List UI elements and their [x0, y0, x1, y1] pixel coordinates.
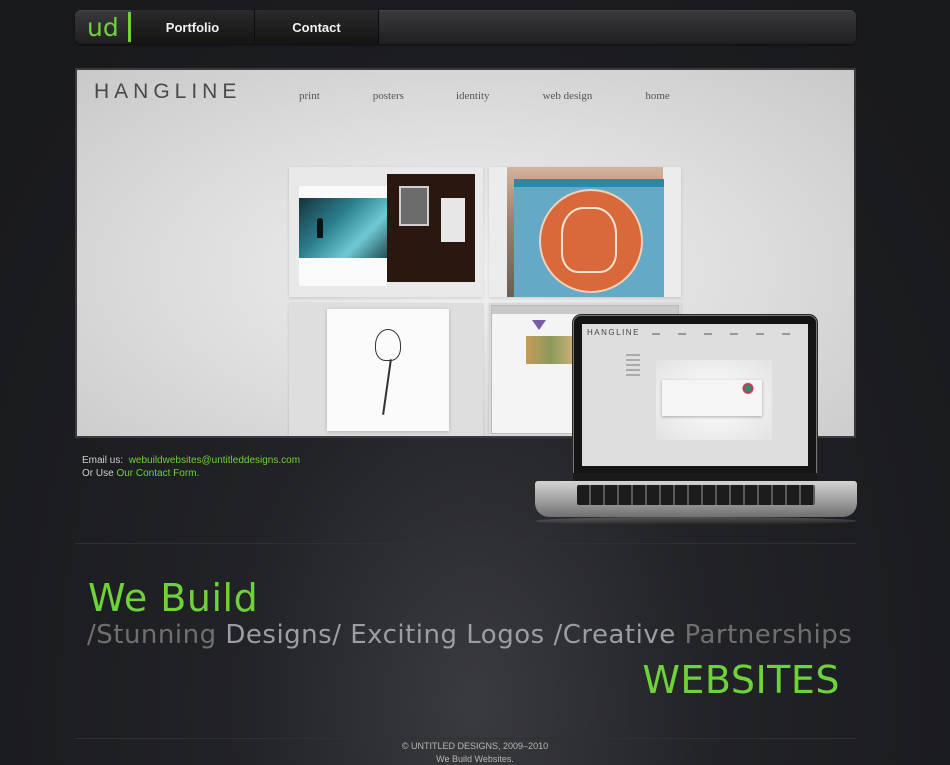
tagline-phrases: /Stunning Designs/ Exciting Logos /Creat…	[87, 620, 852, 650]
site-logo-text: ud	[87, 12, 119, 42]
laptop-screen: HANGLINE	[573, 315, 817, 475]
footer: © UNTITLED DESIGNS, 2009–2010 We Build W…	[0, 740, 950, 765]
showcase-site-nav: print posters identity web design home	[299, 90, 670, 102]
divider-bottom	[75, 738, 856, 739]
laptop-keyboard	[535, 481, 857, 517]
phrase-partnerships: Partnerships	[684, 620, 853, 650]
laptop-image: HANGLINE	[535, 313, 857, 525]
tagline-websites: WEBSITES	[642, 658, 840, 702]
poster-image	[514, 179, 664, 297]
portfolio-tile-illustration	[289, 303, 483, 436]
portfolio-tile-book	[289, 167, 483, 297]
showcase-nav-identity: identity	[455, 90, 490, 102]
showcase-site-title: HANGLINE	[94, 80, 242, 103]
top-nav: ud Portfolio Contact	[75, 10, 856, 44]
showcase-nav-print: print	[299, 90, 320, 102]
nav-item-portfolio[interactable]: Portfolio	[131, 10, 255, 44]
illustration-image	[327, 309, 449, 431]
contact-form-link[interactable]: Our Contact Form.	[116, 468, 199, 479]
showcase-nav-web-design: web design	[542, 90, 593, 102]
phrase-creative: /Creative	[553, 620, 676, 650]
email-link[interactable]: webuildwebsites@untitleddesigns.com	[129, 455, 300, 466]
contact-info: Email us: webuildwebsites@untitleddesign…	[82, 454, 300, 480]
footer-slogan: We Build Websites.	[436, 754, 514, 764]
phrase-logos: Logos	[466, 620, 545, 650]
or-use-label: Or Use	[82, 468, 114, 479]
book-image	[299, 174, 475, 286]
phrase-stunning: /Stunning	[87, 620, 217, 650]
tagline-we-build: We Build	[88, 576, 259, 620]
showcase-nav-home: home	[645, 90, 670, 102]
site-logo[interactable]: ud	[75, 10, 131, 44]
phrase-designs: Designs/	[225, 620, 342, 650]
portfolio-tile-poster	[489, 167, 681, 297]
email-label: Email us:	[82, 455, 124, 466]
footer-copyright: © UNTITLED DESIGNS, 2009–2010	[401, 741, 549, 751]
divider-top	[75, 543, 856, 544]
laptop-site-title: HANGLINE	[587, 328, 640, 337]
phrase-exciting: Exciting	[350, 620, 458, 650]
showcase-nav-posters: posters	[372, 90, 404, 102]
nav-item-contact[interactable]: Contact	[255, 10, 379, 44]
